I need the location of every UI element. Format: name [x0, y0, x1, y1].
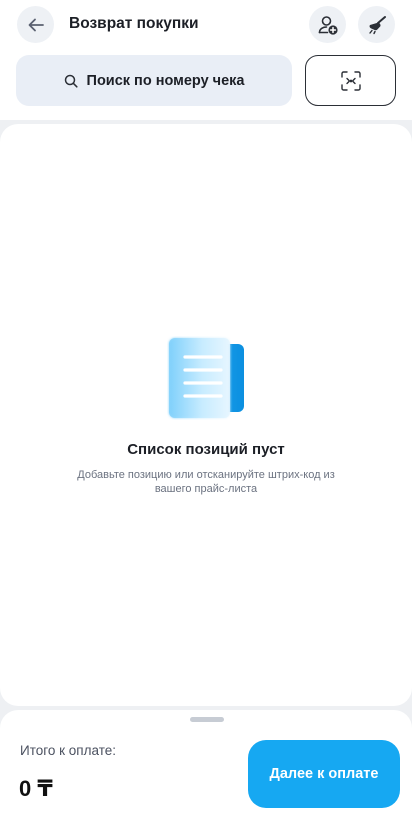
proceed-to-payment-button[interactable]: Далее к оплате	[248, 740, 400, 808]
total-label: Итого к оплате:	[20, 743, 116, 758]
back-button[interactable]	[17, 6, 54, 43]
clear-cart-button[interactable]	[358, 6, 395, 43]
document-list-icon	[169, 338, 244, 418]
sheet-drag-handle[interactable]	[190, 717, 224, 722]
search-icon	[64, 74, 78, 88]
app-header: Возврат покупки Поиск по номеру чека	[0, 0, 412, 120]
empty-state-subtitle: Добавьте позицию или отсканируйте штрих-…	[77, 469, 335, 495]
scan-frame-icon	[340, 70, 361, 91]
empty-state-title: Список позиций пуст	[127, 441, 285, 458]
receipt-search-input[interactable]: Поиск по номеру чека	[16, 55, 292, 106]
arrow-left-icon	[28, 18, 44, 31]
add-client-button[interactable]	[309, 6, 346, 43]
scan-barcode-button[interactable]	[305, 55, 396, 106]
page-title: Возврат покупки	[69, 15, 199, 32]
broom-icon	[368, 15, 386, 34]
user-add-icon	[318, 15, 338, 35]
payment-summary-sheet: Итого к оплате: 0 ₸ Далее к оплате	[0, 710, 412, 816]
search-label: Поиск по номеру чека	[86, 72, 245, 89]
total-amount: 0 ₸	[19, 776, 53, 801]
